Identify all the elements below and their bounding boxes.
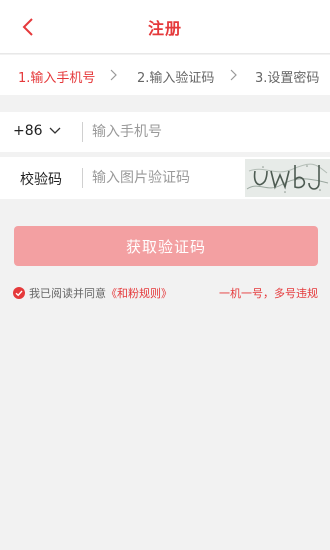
country-code-selector[interactable]: +86 xyxy=(13,123,61,139)
phone-input[interactable] xyxy=(92,112,322,152)
captcha-image-art xyxy=(245,159,330,197)
step-indicator: 1.输入手机号 2.输入验证码 3.设置密码 xyxy=(0,55,330,95)
agreement-text: 我已阅读并同意 xyxy=(29,287,106,300)
back-button[interactable] xyxy=(14,13,42,41)
captcha-input[interactable] xyxy=(92,157,242,199)
chevron-right-icon xyxy=(230,69,237,81)
phone-row: +86 xyxy=(0,112,330,152)
step-3: 3.设置密码 xyxy=(255,71,320,86)
checkbox-checked-icon[interactable] xyxy=(13,287,25,299)
chevron-down-icon xyxy=(49,127,61,134)
chevron-right-icon xyxy=(110,69,117,81)
step-1: 1.输入手机号 xyxy=(18,71,96,86)
country-code-label: +86 xyxy=(13,123,43,139)
header-bar: 注册 xyxy=(0,0,330,54)
captcha-label: 校验码 xyxy=(20,172,62,188)
get-code-button[interactable]: 获取验证码 xyxy=(14,226,318,266)
chevron-left-icon xyxy=(22,18,33,36)
captcha-row: 校验码 xyxy=(0,157,330,199)
one-number-notice: 一机一号，多号违规 xyxy=(219,287,318,300)
captcha-image[interactable] xyxy=(245,159,330,197)
rules-link[interactable]: 《和粉规则》 xyxy=(106,285,172,301)
page-title: 注册 xyxy=(147,18,182,38)
agreement-row: 我已阅读并同意 《和粉规则》 xyxy=(13,285,172,301)
step-2: 2.输入验证码 xyxy=(137,71,215,86)
divider xyxy=(82,168,83,188)
divider xyxy=(82,122,83,142)
